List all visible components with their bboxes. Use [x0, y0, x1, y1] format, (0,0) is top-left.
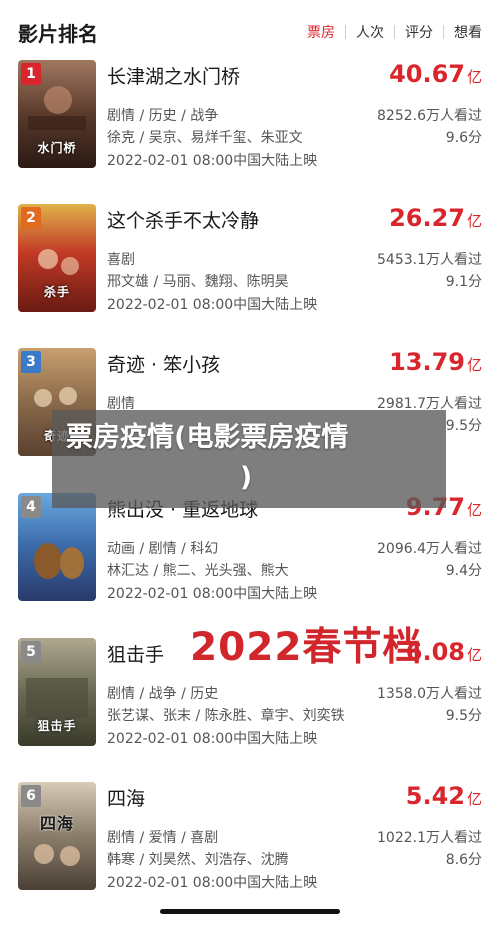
movie-score: 9.6分	[445, 130, 482, 146]
release-date: 2022-02-01 08:00中国大陆上映	[107, 731, 318, 747]
movie-cast: 韩寒 / 刘昊然、刘浩存、沈腾	[107, 852, 289, 868]
movie-poster[interactable]: 6 四海	[18, 782, 96, 890]
movie-genre: 剧情 / 爱情 / 喜剧	[107, 830, 219, 846]
release-date: 2022-02-01 08:00中国大陆上映	[107, 875, 318, 891]
movie-genre: 剧情 / 战争 / 历史	[107, 686, 219, 702]
movie-poster[interactable]: 1 水门桥	[18, 60, 96, 168]
movie-score: 9.1分	[445, 274, 482, 290]
movie-poster[interactable]: 5 狙击手	[18, 638, 96, 746]
movie-score: 9.4分	[445, 563, 482, 579]
release-date: 2022-02-01 08:00中国大陆上映	[107, 153, 318, 169]
movie-item[interactable]: 6 四海 四海 5.42 亿 剧情 / 爱情 / 喜剧 韩寒 / 刘昊然、刘浩存、…	[0, 782, 500, 926]
tab-admissions[interactable]: 人次	[346, 22, 394, 42]
movie-genre: 喜剧	[107, 252, 135, 268]
movie-title[interactable]: 长津湖之水门桥	[107, 62, 240, 89]
box-office-unit: 亿	[466, 790, 482, 808]
box-office: 26.27 亿	[389, 204, 482, 232]
rank-badge: 2	[21, 207, 41, 229]
movie-genre: 剧情 / 历史 / 战争	[107, 108, 219, 124]
release-date: 2022-02-01 08:00中国大陆上映	[107, 586, 318, 602]
box-office-value: 40.67	[389, 60, 465, 88]
movie-poster[interactable]: 2 杀手	[18, 204, 96, 312]
home-indicator[interactable]	[160, 909, 340, 914]
poster-title: 狙击手	[37, 719, 77, 733]
box-office-unit: 亿	[466, 646, 482, 664]
box-office-value: 5.42	[405, 782, 465, 810]
movie-score: 8.6分	[445, 852, 482, 868]
box-office-unit: 亿	[466, 68, 482, 86]
viewer-count: 1022.1万人看过	[377, 830, 482, 846]
rank-badge: 5	[21, 641, 41, 663]
watermark-text: 2022春节档	[190, 625, 423, 670]
poster-title: 杀手	[43, 285, 70, 299]
rank-badge: 6	[21, 785, 41, 807]
movie-title[interactable]: 这个杀手不太冷静	[107, 206, 259, 233]
box-office: 13.79 亿	[389, 348, 482, 376]
box-office-unit: 亿	[466, 356, 482, 374]
viewer-count: 5453.1万人看过	[377, 252, 482, 268]
viewer-count: 2096.4万人看过	[377, 541, 482, 557]
movie-item[interactable]: 2 杀手 这个杀手不太冷静 26.27 亿 喜剧 邢文雄 / 马丽、魏翔、陈明昊 …	[0, 204, 500, 348]
release-date: 2022-02-01 08:00中国大陆上映	[107, 297, 318, 313]
movie-score: 9.5分	[445, 708, 482, 724]
box-office-value: 26.27	[389, 204, 465, 232]
box-office-unit: 亿	[466, 501, 482, 519]
rank-badge: 4	[21, 496, 41, 518]
movie-genre: 动画 / 剧情 / 科幻	[107, 541, 219, 557]
poster-title: 水门桥	[37, 141, 77, 155]
movie-cast: 徐克 / 吴京、易烊千玺、朱亚文	[107, 130, 303, 146]
movie-cast: 林汇达 / 熊二、光头强、熊大	[107, 563, 289, 579]
tab-box-office[interactable]: 票房	[297, 22, 345, 42]
movie-title[interactable]: 奇迹 · 笨小孩	[107, 350, 220, 377]
box-office: 5.42 亿	[406, 782, 482, 810]
movie-cast: 邢文雄 / 马丽、魏翔、陈明昊	[107, 274, 289, 290]
movie-poster[interactable]: 4	[18, 493, 96, 601]
box-office: 40.67 亿	[389, 60, 482, 88]
caption-line-2: )	[239, 462, 253, 493]
movie-cast: 张艺谋、张末 / 陈永胜、章宇、刘奕铁	[107, 708, 345, 724]
rank-badge: 1	[21, 63, 41, 85]
poster-title: 四海	[39, 814, 74, 833]
viewer-count: 8252.6万人看过	[377, 108, 482, 124]
movie-title[interactable]: 四海	[107, 784, 145, 811]
tab-rating[interactable]: 评分	[395, 22, 443, 42]
movie-item[interactable]: 1 水门桥 长津湖之水门桥 40.67 亿 剧情 / 历史 / 战争 徐克 / 吴…	[0, 60, 500, 204]
sort-tabs: 票房 人次 评分 想看	[297, 22, 482, 42]
tab-want-to-see[interactable]: 想看	[444, 22, 482, 42]
caption-line-1: 票房疫情(电影票房疫情	[66, 422, 349, 453]
caption-text: 票房疫情(电影票房疫情 )	[66, 418, 426, 498]
movie-score: 9.5分	[445, 418, 482, 434]
movie-title[interactable]: 狙击手	[107, 640, 164, 667]
rank-badge: 3	[21, 351, 41, 373]
header: 影片排名 票房 人次 评分 想看	[0, 0, 500, 62]
box-office-unit: 亿	[466, 212, 482, 230]
viewer-count: 1358.0万人看过	[377, 686, 482, 702]
box-office-value: 13.79	[389, 348, 465, 376]
page-title: 影片排名	[18, 22, 98, 46]
